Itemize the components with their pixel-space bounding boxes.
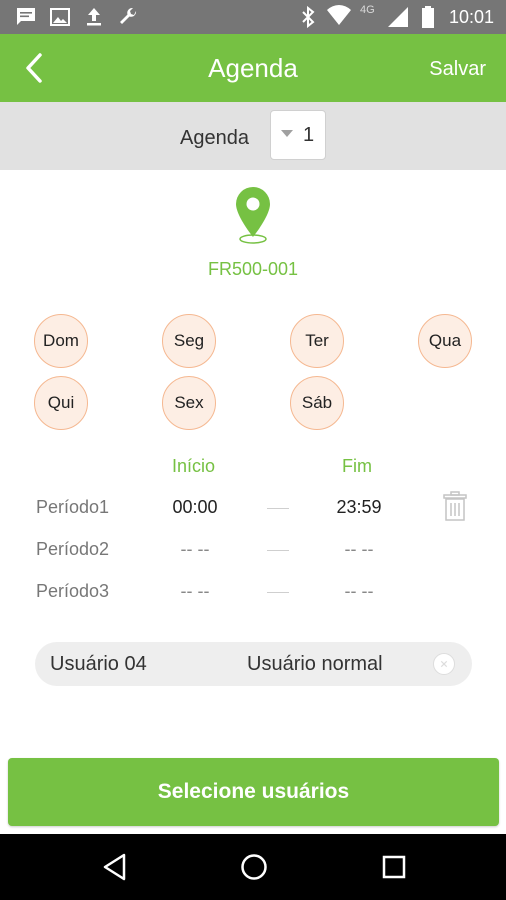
- save-button[interactable]: Salvar: [429, 58, 486, 81]
- home-circle-icon[interactable]: [239, 852, 269, 882]
- remove-user-icon[interactable]: [433, 653, 455, 675]
- end-header: Fim: [342, 456, 372, 476]
- upload-icon: [87, 8, 101, 26]
- agenda-select-value: 1: [303, 124, 315, 146]
- select-users-button[interactable]: Selecione usuários: [8, 758, 499, 826]
- period-end-time[interactable]: -- --: [319, 539, 399, 560]
- network-type-label: 4G: [360, 4, 375, 16]
- navigation-bar: [0, 834, 506, 900]
- wifi-icon: [327, 5, 351, 26]
- day-monday[interactable]: Seg: [162, 314, 216, 368]
- period-start-time[interactable]: -- --: [155, 581, 235, 602]
- day-wednesday[interactable]: Qua: [418, 314, 472, 368]
- signal-icon: [388, 7, 408, 27]
- trash-icon[interactable]: [443, 491, 467, 521]
- device-name: FR500-001: [207, 259, 299, 279]
- battery-icon: [422, 6, 434, 28]
- status-bar: 4G 10:01: [0, 0, 506, 34]
- day-sunday[interactable]: Dom: [34, 314, 88, 368]
- period-start-time[interactable]: 00:00: [155, 497, 235, 518]
- period-end-time[interactable]: -- --: [319, 581, 399, 602]
- recents-square-icon[interactable]: [381, 852, 407, 882]
- start-header: Início: [172, 456, 216, 476]
- period-end-time[interactable]: 23:59: [319, 497, 399, 518]
- period-label: Período2: [36, 539, 110, 559]
- location-pin-icon: [236, 187, 270, 244]
- period-label: Período3: [36, 581, 110, 601]
- message-icon: [17, 8, 35, 25]
- period-separator: [267, 508, 289, 509]
- day-thursday[interactable]: Qui: [34, 376, 88, 430]
- period-separator: [267, 550, 289, 551]
- app-bar: Agenda Salvar: [0, 34, 506, 102]
- day-saturday[interactable]: Sáb: [290, 376, 344, 430]
- back-triangle-icon[interactable]: [101, 852, 129, 882]
- agenda-selector-bar: Agenda 1: [0, 102, 506, 170]
- user-list-item: Usuário 04 Usuário normal: [35, 642, 472, 686]
- user-type: Usuário normal: [247, 653, 383, 675]
- dropdown-arrow-icon: [281, 130, 293, 137]
- wrench-icon: [120, 7, 137, 24]
- status-time: 10:01: [448, 7, 494, 27]
- image-icon: [50, 8, 70, 26]
- agenda-select[interactable]: 1: [270, 110, 326, 160]
- user-name: Usuário 04: [50, 653, 147, 675]
- period-start-time[interactable]: -- --: [155, 539, 235, 560]
- day-tuesday[interactable]: Ter: [290, 314, 344, 368]
- period-separator: [267, 592, 289, 593]
- day-friday[interactable]: Sex: [162, 376, 216, 430]
- agenda-label: Agenda: [180, 127, 249, 149]
- period-label: Período1: [36, 497, 110, 517]
- bluetooth-icon: [302, 5, 315, 29]
